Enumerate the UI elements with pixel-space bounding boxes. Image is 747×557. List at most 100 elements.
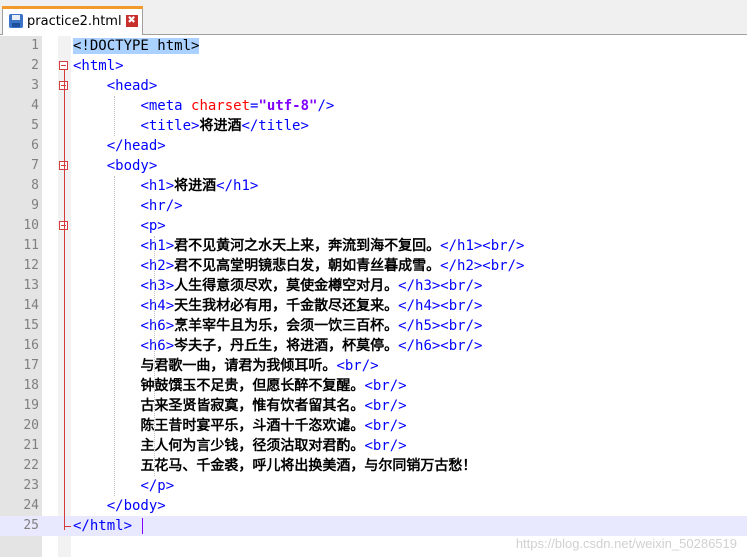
code-line[interactable]: 5 <title>将进酒</title> (0, 116, 747, 136)
code-token: 陈王昔时宴平乐，斗酒十千恣欢谑。 (140, 418, 365, 434)
code-line[interactable]: 13 <h3>人生得意须尽欢，莫使金樽空对月。</h3><br/> (0, 276, 747, 296)
code-token: <h4> (140, 298, 175, 314)
line-number: 13 (23, 278, 39, 293)
code-line[interactable]: 14 <h4>天生我材必有用，千金散尽还复来。</h4><br/> (0, 296, 747, 316)
code-token: </h6><br/> (398, 338, 483, 354)
code-line[interactable]: 21 主人何为言少钱，径须沽取对君酌。<br/> (0, 436, 747, 456)
code-token: /> (317, 98, 335, 114)
code-line[interactable]: 10 <p> (0, 216, 747, 236)
code-line[interactable]: 25 </html> (0, 516, 747, 536)
code-token: </h1><br/> (440, 238, 525, 254)
code-line[interactable]: 22 五花马、千金裘，呼儿将出换美酒，与尔同销万古愁！ (0, 456, 747, 476)
code-line[interactable]: 16 <h6>岑夫子，丹丘生，将进酒，杯莫停。</h6><br/> (0, 336, 747, 356)
code-text: <body> (73, 156, 158, 176)
code-line[interactable]: 12 <h2>君不见高堂明镜悲白发，朝如青丝暮成雪。</h2><br/> (0, 256, 747, 276)
fold-range-line (64, 70, 65, 530)
line-number: 5 (31, 118, 39, 133)
code-token: <body> (106, 158, 158, 174)
code-token: <br/> (364, 398, 407, 414)
code-line[interactable]: 8 <h1>将进酒</h1> (0, 176, 747, 196)
code-text: <h1>将进酒</h1> (73, 176, 258, 196)
line-number: 2 (31, 58, 39, 73)
code-token: <meta (140, 98, 192, 114)
code-line[interactable]: 3 <head> (0, 76, 747, 96)
indent-guide (114, 96, 115, 136)
code-line[interactable]: 17 与君歌一曲，请君为我倾耳听。<br/> (0, 356, 747, 376)
code-line[interactable]: 23 </p> (0, 476, 747, 496)
code-text: <meta charset="utf-8"/> (73, 96, 334, 116)
code-line[interactable]: 1 <!DOCTYPE html> (0, 36, 747, 56)
code-token: <hr/> (140, 198, 183, 214)
code-line[interactable]: 6 </head> (0, 136, 747, 156)
code-text: <!DOCTYPE html> (73, 36, 200, 56)
code-token: <h2> (140, 258, 175, 274)
line-number: 7 (31, 158, 39, 173)
code-token: 将进酒 (174, 178, 217, 194)
code-token: <h3> (140, 278, 175, 294)
line-number: 8 (31, 178, 39, 193)
code-token: <html> (73, 58, 124, 74)
code-token: 五花马、千金裘，呼儿将出换美酒，与尔同销万古愁！ (140, 458, 477, 474)
fold-toggle-icon[interactable] (59, 61, 68, 70)
code-token: </p> (140, 478, 175, 494)
code-token: 天生我材必有用，千金散尽还复来。 (174, 298, 399, 314)
code-text: <head> (73, 76, 158, 96)
code-token: </h4><br/> (398, 298, 483, 314)
code-text: 钟鼓馔玉不足贵，但愿长醉不复醒。<br/> (73, 376, 407, 396)
code-text: 五花马、千金裘，呼儿将出换美酒，与尔同销万古愁！ (73, 456, 476, 476)
code-line[interactable]: 2 <html> (0, 56, 747, 76)
code-text: <h1>君不见黄河之水天上来，奔流到海不复回。</h1><br/> (73, 236, 524, 256)
line-number: 24 (23, 498, 39, 513)
code-line[interactable]: 20 陈王昔时宴平乐，斗酒十千恣欢谑。<br/> (0, 416, 747, 436)
code-token: 君不见高堂明镜悲白发，朝如青丝暮成雪。 (174, 258, 441, 274)
line-number: 6 (31, 138, 39, 153)
code-line[interactable]: 24 </body> (0, 496, 747, 516)
save-icon (9, 14, 23, 28)
code-token: </h1> (216, 178, 259, 194)
code-token: </head> (106, 138, 166, 154)
code-line[interactable]: 18 钟鼓馔玉不足贵，但愿长醉不复醒。<br/> (0, 376, 747, 396)
code-line[interactable]: 9 <hr/> (0, 196, 747, 216)
line-number: 23 (23, 478, 39, 493)
code-text: </html> (73, 516, 132, 536)
code-token: </h2><br/> (440, 258, 525, 274)
line-number: 9 (31, 198, 39, 213)
code-line[interactable]: 19 古来圣贤皆寂寞，惟有饮者留其名。<br/> (0, 396, 747, 416)
code-token: <h6> (140, 318, 175, 334)
tab-practice2-html[interactable]: practice2.html ✖ (2, 6, 143, 35)
close-icon[interactable]: ✖ (125, 15, 138, 27)
indent-guide (114, 176, 115, 496)
code-text: 主人何为言少钱，径须沽取对君酌。<br/> (73, 436, 406, 456)
code-token: </h3><br/> (398, 278, 483, 294)
code-line[interactable]: 11 <h1>君不见黄河之水天上来，奔流到海不复回。</h1><br/> (0, 236, 747, 256)
code-text: <title>将进酒</title> (73, 116, 308, 136)
line-number: 21 (23, 438, 39, 453)
indent-guide (154, 236, 155, 476)
line-number: 25 (23, 518, 39, 533)
code-editor[interactable]: 1 <!DOCTYPE html> 2 <html> 3 <head> 4 <meta c… (0, 36, 747, 557)
code-token: 君不见黄河之水天上来，奔流到海不复回。 (174, 238, 441, 254)
code-text: <h6>烹羊宰牛且为乐，会须一饮三百杯。</h5><br/> (73, 316, 482, 336)
code-token: 人生得意须尽欢，莫使金樽空对月。 (174, 278, 399, 294)
line-number: 22 (23, 458, 39, 473)
code-line[interactable]: 7 <body> (0, 156, 747, 176)
code-text: <hr/> (73, 196, 183, 216)
code-token: <p> (140, 218, 166, 234)
code-token: 钟鼓馔玉不足贵，但愿长醉不复醒。 (140, 378, 365, 394)
code-line[interactable]: 4 <meta charset="utf-8"/> (0, 96, 747, 116)
code-token: <title> (140, 118, 200, 134)
code-token: <br/> (364, 378, 407, 394)
code-line[interactable]: 15 <h6>烹羊宰牛且为乐，会须一饮三百杯。</h5><br/> (0, 316, 747, 336)
